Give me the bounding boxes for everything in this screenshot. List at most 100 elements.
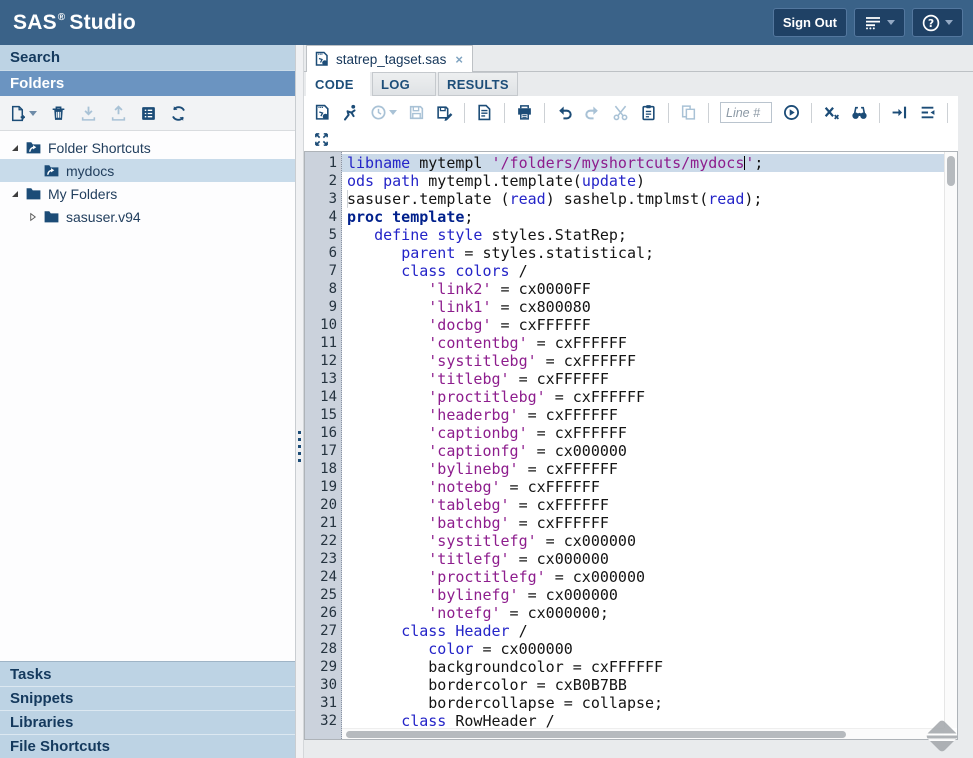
collapsed-icon[interactable] [27,211,39,223]
goto-line-input[interactable] [720,102,772,123]
line-number: 5 [305,226,337,244]
vertical-scrollbar[interactable] [944,152,957,728]
code-line[interactable]: class colors / [347,262,957,280]
code-line[interactable]: 'link2' = cx0000FF [347,280,957,298]
tab-statrep-tagset[interactable]: statrep_tagset.sas × [306,45,473,72]
app-menu-button[interactable] [854,8,905,37]
horizontal-scrollbar[interactable] [342,728,944,739]
code-line[interactable]: 'systitlebg' = cxFFFFFF [347,352,957,370]
code-line[interactable]: 'docbg' = cxFFFFFF [347,316,957,334]
code-line[interactable]: backgroundcolor = cxFFFFFF [347,658,957,676]
goto-line-button[interactable] [783,104,800,121]
close-icon[interactable]: × [455,52,463,67]
sign-out-button[interactable]: Sign Out [773,8,847,37]
expanded-icon[interactable] [9,188,21,200]
code-line[interactable]: 'proctitlefg' = cx000000 [347,568,957,586]
code-line[interactable]: 'notefg' = cx000000; [347,604,957,622]
line-number: 19 [305,478,337,496]
code-line[interactable]: bordercollapse = collapse; [347,694,957,712]
delete-button[interactable] [50,105,67,122]
tab-code-label: CODE [315,77,354,92]
copy-button[interactable] [680,104,697,121]
vertical-scrollbar-thumb[interactable] [947,156,955,186]
code-line[interactable]: parent = styles.statistical; [347,244,957,262]
code-line[interactable]: sasuser.template (read) sashelp.tmplmst(… [347,190,348,208]
indent-button[interactable] [891,104,908,121]
code-line[interactable]: 'tablebg' = cxFFFFFF [347,496,957,514]
code-line[interactable]: 'systitlefg' = cx000000 [347,532,957,550]
line-number: 21 [305,514,337,532]
run-button[interactable] [342,104,359,121]
search-section-header[interactable]: Search [0,45,295,71]
redo-button[interactable] [584,104,601,121]
snippets-section-header[interactable]: Snippets [0,686,295,710]
horizontal-scrollbar-thumb[interactable] [346,731,846,738]
code-line[interactable]: ods path mytempl.template(update) [347,172,957,190]
paste-button[interactable] [640,104,657,121]
maximize-view-button[interactable] [314,131,329,149]
expanded-icon[interactable] [9,142,21,154]
download-button[interactable] [80,105,97,122]
refresh-button[interactable] [170,105,187,122]
code-line[interactable]: 'captionbg' = cxFFFFFF [347,424,957,442]
code-line[interactable]: 'link1' = cx800080 [347,298,957,316]
toolbar-separator [464,103,465,123]
help-button[interactable] [912,8,963,37]
tree-item-mydocs[interactable]: mydocs [0,159,295,182]
line-number: 6 [305,244,337,262]
format-code-button[interactable] [919,104,936,121]
code-line[interactable]: 'titlebg' = cxFFFFFF [347,370,957,388]
cut-button[interactable] [612,104,629,121]
line-number: 15 [305,406,337,424]
print-button[interactable] [516,104,533,121]
file-shortcuts-section-header[interactable]: File Shortcuts [0,734,295,758]
code-line[interactable]: 'headerbg' = cxFFFFFF [347,406,957,424]
upload-button[interactable] [110,105,127,122]
line-number: 30 [305,676,337,694]
save-as-button[interactable] [436,104,453,121]
code-line[interactable]: color = cx000000 [347,640,957,658]
toolbar-separator [668,103,669,123]
code-line[interactable]: proc template; [347,208,957,226]
new-program-button[interactable] [314,104,331,121]
code-line[interactable]: 'bylinebg' = cxFFFFFF [347,460,957,478]
code-line[interactable]: class Header / [347,622,957,640]
code-line[interactable]: bordercolor = cxB0B7BB [347,676,957,694]
code-line[interactable]: 'batchbg' = cxFFFFFF [347,514,957,532]
code-lines[interactable]: libname mytempl '/folders/myshortcuts/my… [342,152,957,739]
libraries-section-header[interactable]: Libraries [0,710,295,734]
tree-item-sasuser-v94[interactable]: sasuser.v94 [0,205,295,228]
copy-to-my-folders-button[interactable] [476,104,493,121]
code-line[interactable]: 'captionfg' = cx000000 [347,442,957,460]
new-item-button[interactable] [9,105,37,122]
code-line[interactable]: define style styles.StatRep; [347,226,957,244]
code-line[interactable]: 'bylinefg' = cx000000 [347,586,957,604]
file-shortcuts-label: File Shortcuts [10,738,110,755]
undo-button[interactable] [556,104,573,121]
properties-button[interactable] [140,105,157,122]
tab-results[interactable]: RESULTS [438,72,518,96]
code-line[interactable]: 'contentbg' = cxFFFFFF [347,334,957,352]
folders-section-header[interactable]: Folders [0,71,295,96]
submission-history-button[interactable] [370,104,397,121]
tasks-section-header[interactable]: Tasks [0,662,295,686]
clear-code-button[interactable] [823,104,840,121]
pane-splitter[interactable] [296,45,304,758]
properties-icon [140,105,157,122]
splitter-handle-icon [298,431,301,462]
code-line[interactable]: 'proctitlebg' = cxFFFFFF [347,388,957,406]
tab-log[interactable]: LOG [372,72,436,96]
code-line[interactable]: 'notebg' = cxFFFFFF [347,478,957,496]
line-number: 32 [305,712,337,730]
find-button[interactable] [851,104,868,121]
tab-code[interactable]: CODE [306,72,370,96]
tree-item-folder-shortcuts[interactable]: Folder Shortcuts [0,136,295,159]
save-button[interactable] [408,104,425,121]
toolbar-separator [947,103,948,123]
code-line[interactable]: 'titlefg' = cx000000 [347,550,957,568]
delete-icon [50,105,67,122]
line-number: 7 [305,262,337,280]
cut-icon [612,104,629,121]
code-line[interactable]: libname mytempl '/folders/myshortcuts/my… [342,154,957,172]
tree-item-my-folders[interactable]: My Folders [0,182,295,205]
